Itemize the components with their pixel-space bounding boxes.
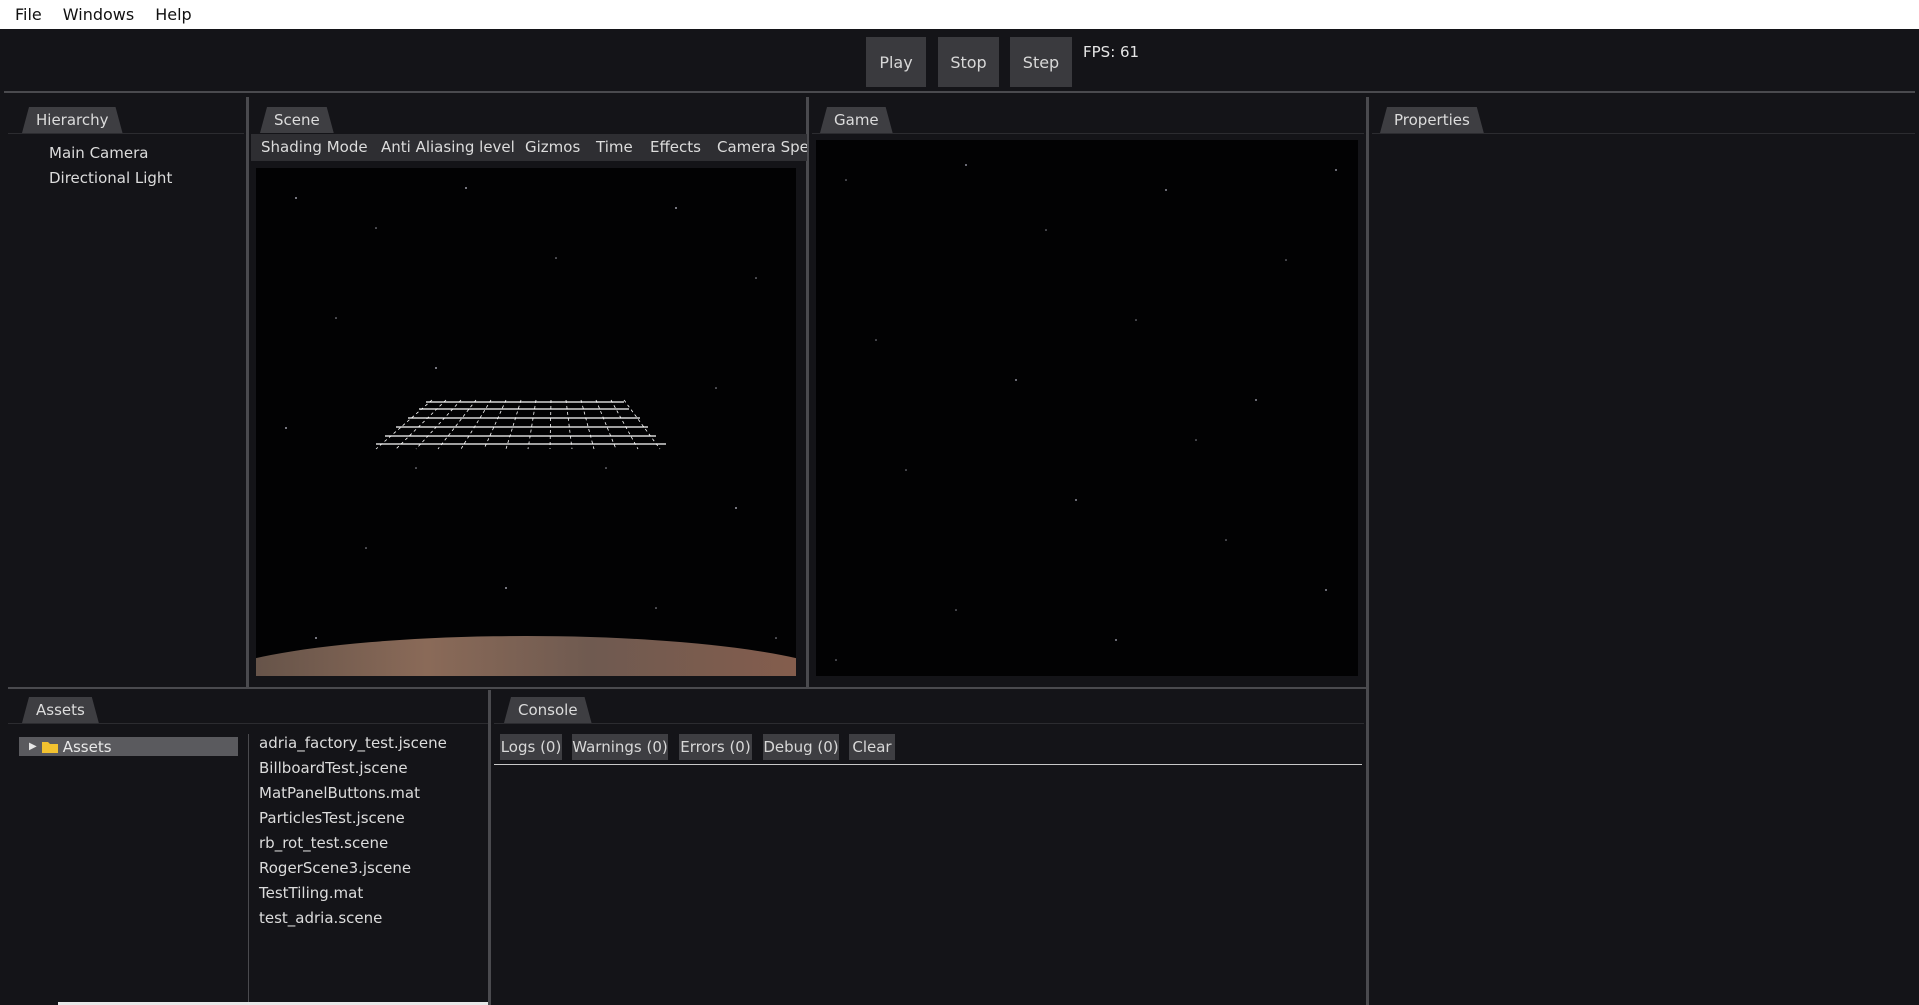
- fps-counter: FPS: 61: [1083, 43, 1140, 61]
- gizmos-menu[interactable]: Gizmos: [525, 138, 580, 156]
- upper-lower-divider: [8, 687, 1368, 689]
- anti-aliasing-menu[interactable]: Anti Aliasing level: [381, 138, 515, 156]
- asset-file-item[interactable]: adria_factory_test.jscene: [259, 734, 447, 752]
- assets-tree-divider: [248, 734, 249, 1005]
- clear-console-button[interactable]: Clear: [849, 734, 895, 760]
- logs-filter-button[interactable]: Logs (0): [500, 734, 562, 760]
- toolbar-divider: [4, 91, 1915, 93]
- asset-file-item[interactable]: ParticlesTest.jscene: [259, 809, 405, 827]
- step-button[interactable]: Step: [1010, 37, 1072, 87]
- game-viewport[interactable]: [816, 140, 1358, 676]
- play-button[interactable]: Play: [866, 37, 926, 87]
- console-log-area[interactable]: [494, 767, 1362, 1003]
- hierarchy-tab-line: [8, 133, 244, 134]
- asset-file-item[interactable]: RogerScene3.jscene: [259, 859, 411, 877]
- scene-game-splitter[interactable]: [806, 97, 809, 687]
- hierarchy-splitter[interactable]: [246, 97, 249, 687]
- play-toolbar: Play Stop Step FPS: 61: [0, 29, 1919, 92]
- hierarchy-item-main-camera[interactable]: Main Camera: [49, 144, 148, 162]
- scene-render: [256, 187, 796, 676]
- debug-filter-button[interactable]: Debug (0): [763, 734, 839, 760]
- tab-hierarchy[interactable]: Hierarchy: [22, 107, 123, 133]
- menu-file[interactable]: File: [8, 5, 49, 24]
- asset-file-item[interactable]: rb_rot_test.scene: [259, 834, 388, 852]
- errors-filter-button[interactable]: Errors (0): [679, 734, 752, 760]
- scene-viewport[interactable]: [256, 168, 796, 676]
- asset-tree-root-label: Assets: [62, 737, 112, 756]
- warnings-filter-button[interactable]: Warnings (0): [572, 734, 668, 760]
- tab-properties[interactable]: Properties: [1380, 107, 1484, 133]
- asset-file-item[interactable]: test_adria.scene: [259, 909, 382, 927]
- menu-windows[interactable]: Windows: [56, 5, 141, 24]
- hierarchy-item-directional-light[interactable]: Directional Light: [49, 169, 172, 187]
- tab-game[interactable]: Game: [820, 107, 893, 133]
- properties-tab-line: [1372, 133, 1915, 134]
- triangle-right-icon[interactable]: ▶: [29, 741, 37, 752]
- folder-icon: [41, 741, 58, 753]
- asset-tree-root[interactable]: ▶ Assets: [19, 737, 238, 756]
- starfield: [285, 187, 777, 639]
- stop-button[interactable]: Stop: [938, 37, 999, 87]
- asset-file-item[interactable]: MatPanelButtons.mat: [259, 784, 420, 802]
- assets-console-splitter[interactable]: [488, 690, 491, 1005]
- console-tab-line: [494, 723, 1364, 724]
- menu-bar: File Windows Help: [0, 0, 1919, 29]
- assets-tab-line: [8, 723, 488, 724]
- asset-file-item[interactable]: TestTiling.mat: [259, 884, 363, 902]
- menu-help[interactable]: Help: [148, 5, 198, 24]
- shading-mode-menu[interactable]: Shading Mode: [261, 138, 368, 156]
- tab-scene[interactable]: Scene: [260, 107, 334, 133]
- console-separator: [494, 764, 1362, 765]
- scene-toolbar: Shading Mode Anti Aliasing level Gizmos …: [251, 134, 807, 161]
- grid-gizmo: [375, 399, 666, 450]
- planet-surface: [256, 636, 796, 676]
- properties-splitter[interactable]: [1366, 97, 1369, 1005]
- camera-speed-menu[interactable]: Camera Spee: [717, 138, 807, 156]
- tab-console[interactable]: Console: [504, 697, 592, 723]
- time-menu[interactable]: Time: [596, 138, 633, 156]
- game-starfield: [835, 164, 1337, 661]
- tab-assets[interactable]: Assets: [22, 697, 99, 723]
- game-render: [835, 164, 1337, 661]
- asset-file-item[interactable]: BillboardTest.jscene: [259, 759, 408, 777]
- game-tab-line: [812, 133, 1364, 134]
- effects-menu[interactable]: Effects: [650, 138, 701, 156]
